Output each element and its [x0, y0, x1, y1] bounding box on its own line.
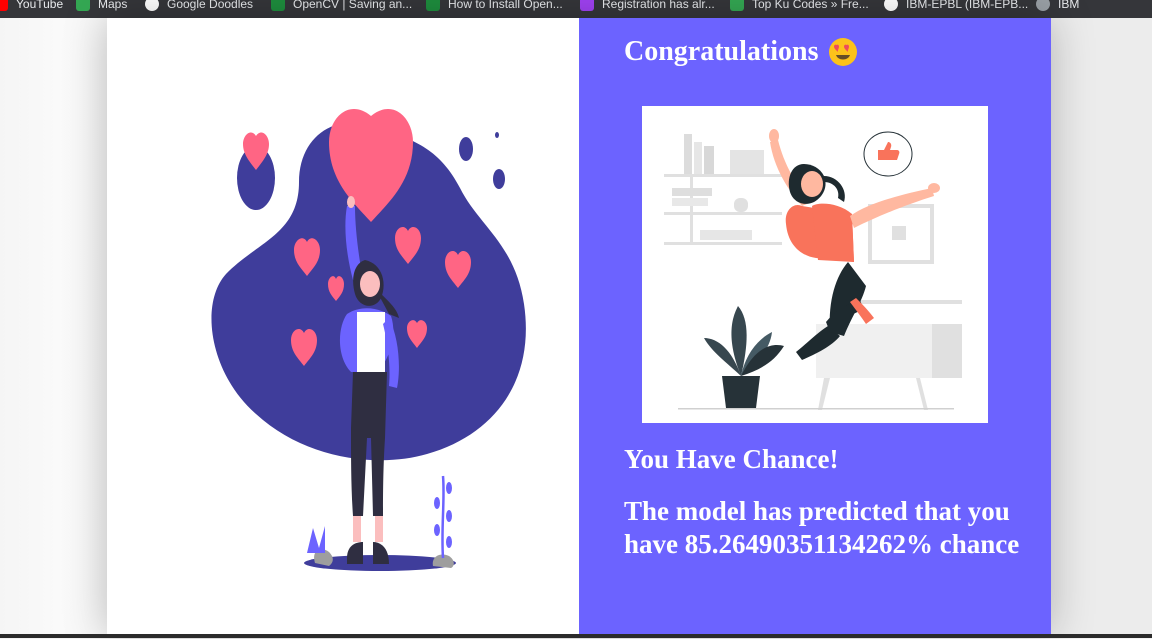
left-illustration-panel [107, 18, 579, 634]
bookmark-maps[interactable]: Maps [76, 0, 127, 13]
bookmark-label: IBM [1058, 0, 1080, 11]
bookmark-opencv-saving[interactable]: OpenCV | Saving an... [271, 0, 412, 13]
bottom-bar [0, 634, 1152, 638]
title-row: Congratulations [624, 36, 858, 68]
registration-icon [580, 0, 594, 11]
chance-heading: You Have Chance! [624, 444, 839, 474]
bookmark-label: YouTube [16, 0, 64, 11]
heart-eyes-emoji-icon [829, 38, 858, 66]
woman-hearts-illustration [211, 109, 526, 571]
bookmark-label: OpenCV | Saving an... [293, 0, 413, 11]
congratulations-title: Congratulations [624, 36, 819, 67]
shield-icon [730, 0, 744, 11]
bookmark-google-doodles[interactable]: Google Doodles [145, 0, 253, 13]
bookmark-ibm-epbl[interactable]: IBM-EPBL (IBM-EPB... [884, 0, 1028, 13]
result-card: Congratulations You Have Chance! The mod… [107, 18, 1051, 634]
bookmark-registration[interactable]: Registration has alr... [580, 0, 715, 13]
jumping-woman-image [642, 106, 988, 423]
bookmarks-bar: YouTube Maps Google Doodles OpenCV | Sav… [0, 0, 1152, 18]
opencv-icon [426, 0, 440, 11]
bookmark-label: Maps [98, 0, 128, 11]
prediction-text: The model has predicted that you have 85… [624, 496, 1020, 559]
bookmark-label: Google Doodles [167, 0, 254, 11]
ibm-icon [1036, 0, 1050, 11]
bookmark-youtube[interactable]: YouTube [0, 0, 63, 13]
bookmark-label: Registration has alr... [602, 0, 715, 11]
maps-icon [76, 0, 90, 11]
bookmark-label: How to Install Open... [448, 0, 563, 11]
bookmark-install-opencv[interactable]: How to Install Open... [426, 0, 563, 13]
bookmark-label: IBM-EPBL (IBM-EPB... [906, 0, 1029, 11]
google-icon [145, 0, 159, 11]
github-icon [884, 0, 898, 11]
bookmark-label: Top Ku Codes » Fre... [752, 0, 869, 11]
bookmark-ibm[interactable]: IBM [1036, 0, 1079, 13]
bookmark-top-ku-codes[interactable]: Top Ku Codes » Fre... [730, 0, 869, 13]
jumping-woman-illustration [664, 129, 962, 410]
opencv-icon [271, 0, 285, 11]
youtube-icon [0, 0, 8, 11]
result-panel: Congratulations You Have Chance! The mod… [579, 18, 1051, 634]
